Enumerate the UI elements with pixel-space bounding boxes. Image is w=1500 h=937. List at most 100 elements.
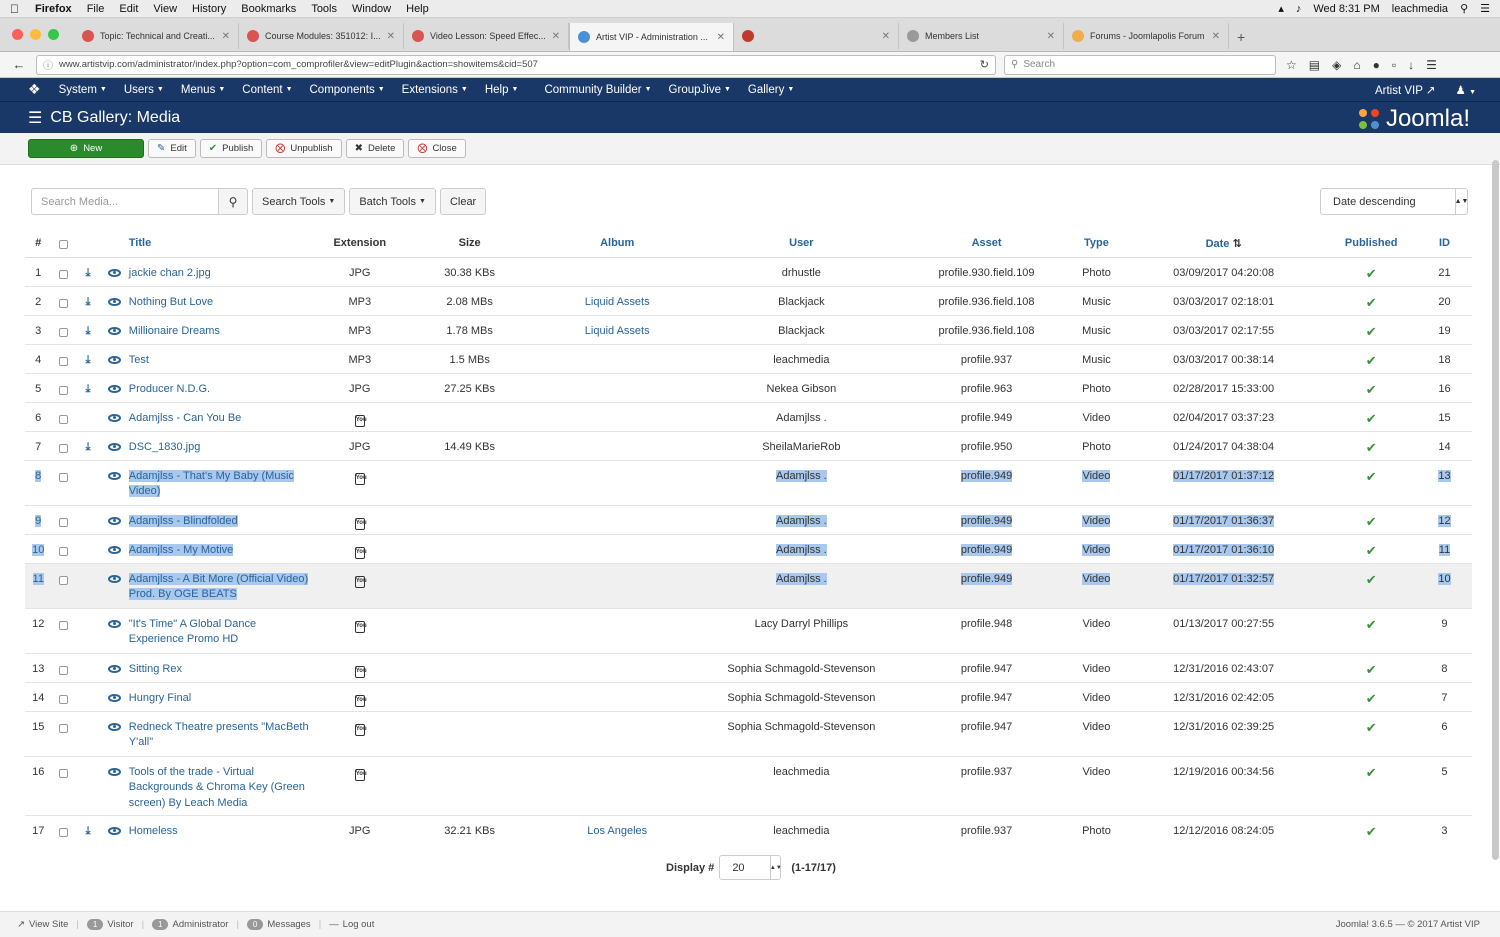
row-checkbox[interactable]	[59, 723, 69, 733]
home-icon[interactable]: ⌂	[1353, 58, 1360, 72]
published-check-icon[interactable]: ✔	[1366, 440, 1377, 455]
browser-tab[interactable]: Course Modules: 351012: I... ✕	[239, 23, 404, 49]
nav-extensions[interactable]: Extensions ▼	[402, 84, 468, 96]
table-row[interactable]: 4 ⤓ Test MP3 1.5 MBs leachmedia profile.937 Mus…	[25, 343, 1472, 373]
published-check-icon[interactable]: ✔	[1366, 617, 1377, 632]
published-check-icon[interactable]: ✔	[1366, 411, 1377, 426]
close-tab-icon[interactable]: ✕	[717, 32, 725, 43]
published-check-icon[interactable]: ✔	[1366, 382, 1377, 397]
close-window-button[interactable]	[12, 29, 23, 40]
published-check-icon[interactable]: ✔	[1366, 266, 1377, 281]
close-tab-icon[interactable]: ✕	[387, 31, 395, 42]
media-title-link[interactable]: Redneck Theatre presents "MacBeth Y'all"	[129, 721, 309, 749]
menu-bookmarks[interactable]: Bookmarks	[241, 3, 296, 15]
row-checkbox[interactable]	[59, 768, 69, 778]
bookmark-star-icon[interactable]: ☆	[1286, 58, 1297, 72]
pocket-icon[interactable]: ◈	[1332, 58, 1341, 72]
published-check-icon[interactable]: ✔	[1366, 824, 1377, 839]
browser-tab[interactable]: Artist VIP - Administration ... ✕	[569, 23, 734, 51]
visitors-status[interactable]: 1 Visitor	[86, 919, 134, 930]
media-title-link[interactable]: Nothing But Love	[129, 296, 213, 308]
eye-icon[interactable]	[108, 384, 122, 393]
row-checkbox[interactable]	[59, 546, 69, 556]
row-checkbox[interactable]	[59, 269, 69, 279]
media-title-link[interactable]: Hungry Final	[129, 692, 191, 704]
reload-icon[interactable]: ↻	[980, 58, 989, 71]
row-checkbox[interactable]	[59, 414, 69, 424]
clock[interactable]: Wed 8:31 PM	[1313, 3, 1379, 15]
album-link[interactable]: Liquid Assets	[585, 296, 650, 308]
download-icon[interactable]: ⤓	[86, 441, 91, 453]
col-id[interactable]: ID	[1416, 230, 1472, 258]
table-row[interactable]: 11 Adamjlss - A Bit More (Official Video)…	[25, 562, 1472, 608]
apple-icon[interactable]: 	[10, 2, 19, 16]
site-link[interactable]: Artist VIP ↗	[1375, 83, 1436, 97]
eye-icon[interactable]	[108, 722, 122, 731]
close-tab-icon[interactable]: ✕	[1212, 31, 1220, 42]
row-checkbox[interactable]	[59, 694, 69, 704]
page-scrollbar[interactable]	[1492, 160, 1499, 860]
messages-status[interactable]: 0 Messages	[246, 919, 311, 930]
table-row[interactable]: 12 "It's Time" A Global Dance Experience …	[25, 607, 1472, 653]
eye-icon[interactable]	[108, 574, 122, 583]
close-tab-icon[interactable]: ✕	[552, 31, 560, 42]
col-album[interactable]: Album	[533, 230, 701, 258]
spotlight-icon[interactable]: ⚲	[1460, 2, 1468, 15]
row-checkbox[interactable]	[59, 827, 69, 837]
minimize-window-button[interactable]	[30, 29, 41, 40]
user-name[interactable]: leachmedia	[1392, 3, 1448, 15]
table-row[interactable]: 3 ⤓ Millionaire Dreams MP3 1.78 MBs Liquid As…	[25, 314, 1472, 344]
nav-menus[interactable]: Menus ▼	[181, 84, 225, 96]
menu-history[interactable]: History	[192, 3, 226, 15]
media-title-link[interactable]: Producer N.D.G.	[129, 383, 210, 395]
close-button[interactable]: ⨂ Close	[408, 139, 466, 158]
eye-icon[interactable]	[108, 413, 122, 422]
published-check-icon[interactable]: ✔	[1366, 353, 1377, 368]
eye-icon[interactable]	[108, 664, 122, 673]
sort-select[interactable]: Date descending ▲▼	[1320, 188, 1468, 215]
menu-file[interactable]: File	[87, 3, 105, 15]
media-title-link[interactable]: Tools of the trade - Virtual Backgrounds…	[129, 766, 305, 809]
table-row[interactable]: 1 ⤓ jackie chan 2.jpg JPG 30.38 KBs drhustle p…	[25, 256, 1472, 286]
info-icon[interactable]: ⓘ	[43, 57, 53, 72]
browser-tab[interactable]: Video Lesson: Speed Effec... ✕	[404, 23, 569, 49]
menu-help[interactable]: Help	[406, 3, 429, 15]
nav-help[interactable]: Help ▼	[485, 84, 519, 96]
table-row[interactable]: 16 Tools of the trade - Virtual Backgroun…	[25, 755, 1472, 815]
download-icon[interactable]: ⤓	[86, 825, 91, 837]
published-check-icon[interactable]: ✔	[1366, 662, 1377, 677]
media-title-link[interactable]: Adamjlss - A Bit More (Official Video) P…	[128, 572, 309, 600]
download-icon[interactable]: ↓	[1408, 58, 1414, 72]
row-checkbox[interactable]	[59, 472, 69, 482]
published-check-icon[interactable]: ✔	[1366, 295, 1377, 310]
logout-link[interactable]: — Log out	[329, 919, 374, 930]
media-title-link[interactable]: Test	[129, 354, 149, 366]
menu-app[interactable]: Firefox	[35, 3, 72, 15]
table-row[interactable]: 6 Adamjlss - Can You Be You Adamjlss . profi…	[25, 401, 1472, 431]
media-title-link[interactable]: Adamjlss - Can You Be	[129, 412, 242, 424]
col-user[interactable]: User	[700, 230, 903, 258]
album-link[interactable]: Liquid Assets	[585, 325, 650, 337]
back-button[interactable]: ←	[8, 55, 30, 75]
menu-window[interactable]: Window	[352, 3, 391, 15]
eye-icon[interactable]	[108, 516, 122, 525]
search-button[interactable]: ⚲	[219, 188, 248, 215]
nav-users[interactable]: Users ▼	[124, 84, 164, 96]
published-check-icon[interactable]: ✔	[1366, 543, 1377, 558]
album-link[interactable]: Los Angeles	[587, 825, 647, 837]
eye-icon[interactable]	[108, 297, 122, 306]
col-asset[interactable]: Asset	[902, 230, 1071, 258]
table-row[interactable]: 13 Sitting Rex You Sophia Schmagold-Stevens…	[25, 652, 1472, 682]
row-checkbox[interactable]	[59, 385, 69, 395]
close-tab-icon[interactable]: ✕	[882, 31, 890, 42]
eye-icon[interactable]	[108, 471, 122, 480]
nav-content[interactable]: Content ▼	[242, 84, 292, 96]
joomla-logo-icon[interactable]: ❖	[28, 81, 41, 98]
media-title-link[interactable]: Adamjlss - Blindfolded	[128, 514, 238, 527]
close-tab-icon[interactable]: ✕	[222, 31, 230, 42]
row-checkbox[interactable]	[59, 575, 69, 585]
published-check-icon[interactable]: ✔	[1366, 324, 1377, 339]
col-date[interactable]: Date ⇅	[1121, 230, 1326, 258]
download-icon[interactable]: ⤓	[86, 296, 91, 308]
eye-icon[interactable]	[108, 619, 122, 628]
